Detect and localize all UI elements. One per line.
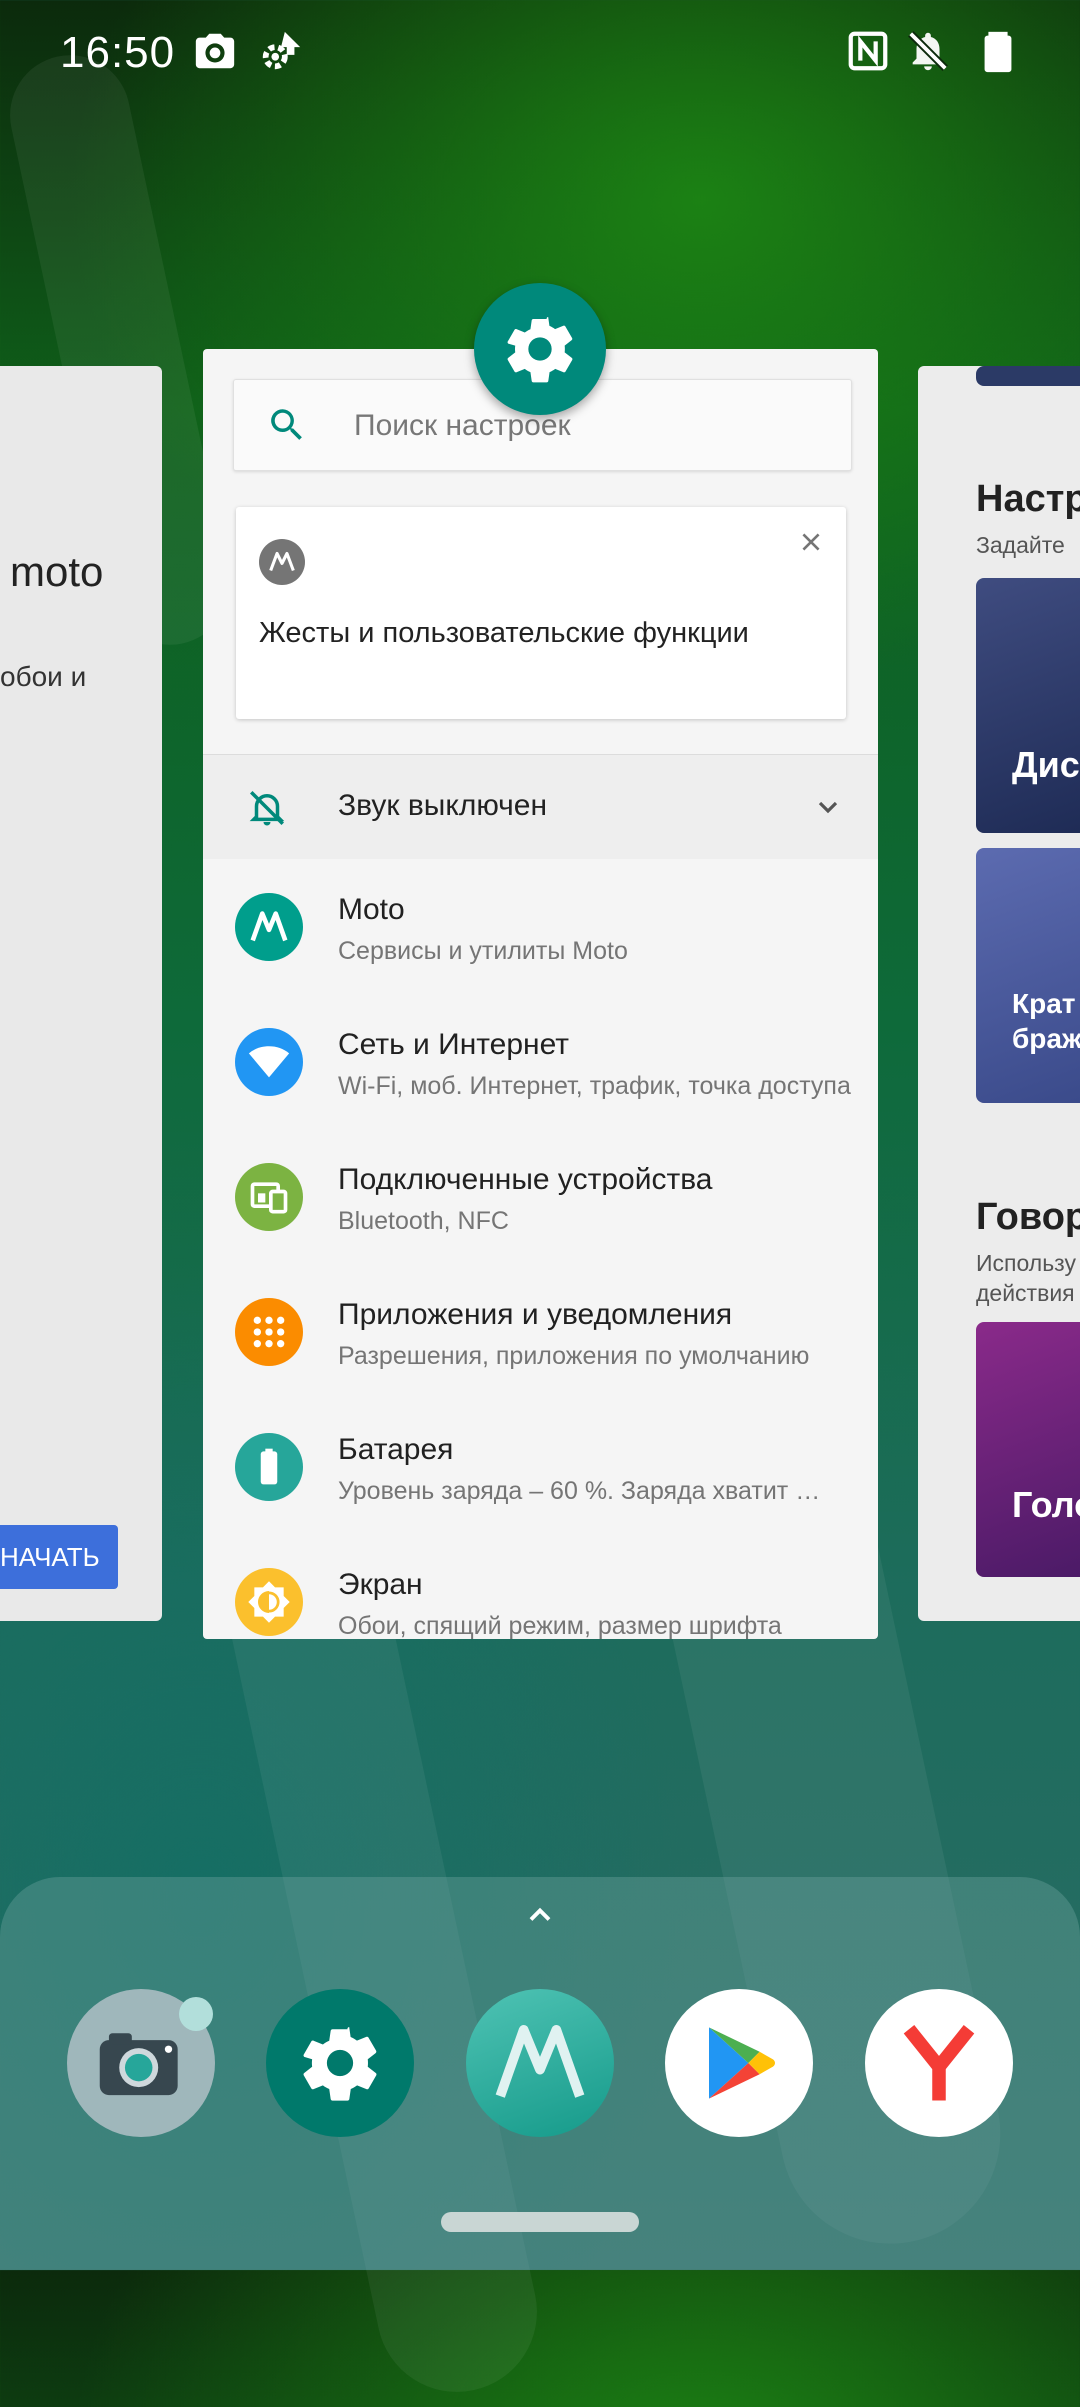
item-title: Экран <box>338 1568 423 1601</box>
search-input[interactable] <box>352 398 816 454</box>
battery-icon <box>975 28 1021 74</box>
battery-icon <box>235 1433 303 1501</box>
tile-label: браж <box>1012 1023 1080 1054</box>
item-subtitle: Wi-Fi, моб. Интернет, трафик, точка дост… <box>338 1072 851 1100</box>
home-gesture-bar[interactable] <box>441 2212 639 2232</box>
settings-item-moto[interactable]: Moto Сервисы и утилиты Moto <box>203 859 878 994</box>
play-store-icon[interactable] <box>665 1989 813 2137</box>
settings-item-network[interactable]: Сеть и Интернет Wi-Fi, моб. Интернет, тр… <box>203 994 878 1129</box>
feature-tile[interactable]: Крат браж <box>976 848 1080 1103</box>
tile-label: Крат <box>1012 988 1076 1019</box>
item-subtitle: Уровень заряда – 60 %. Заряда хватит … <box>338 1477 821 1505</box>
bell-off-icon <box>905 28 951 74</box>
devices-icon <box>235 1163 303 1231</box>
recent-app-card-left[interactable]: moto обои и НАЧАТЬ <box>0 366 162 1621</box>
section-title: Настр <box>976 478 1080 520</box>
suggestion-title: Жесты и пользовательские функции <box>259 617 749 649</box>
brightness-icon <box>235 1568 303 1636</box>
search-icon <box>266 404 308 446</box>
settings-sync-icon <box>258 28 304 74</box>
section-subtitle: Использу <box>976 1250 1076 1276</box>
settings-list: Moto Сервисы и утилиты Moto Сеть и Интер… <box>203 859 878 1639</box>
yandex-icon[interactable] <box>865 1989 1013 2137</box>
settings-item-battery[interactable]: Батарея Уровень заряда – 60 %. Заряда хв… <box>203 1399 878 1534</box>
close-icon[interactable] <box>792 523 830 561</box>
moto-logo-icon <box>235 893 303 961</box>
camera-app-icon[interactable] <box>67 1989 215 2137</box>
tile-label: Голо <box>1012 1484 1080 1525</box>
sound-status-label: Звук выключен <box>338 789 548 822</box>
item-subtitle: Bluetooth, NFC <box>338 1207 509 1235</box>
item-subtitle: Разрешения, приложения по умолчанию <box>338 1342 810 1370</box>
settings-item-devices[interactable]: Подключенные устройства Bluetooth, NFC <box>203 1129 878 1264</box>
feature-tile[interactable]: Голо <box>976 1322 1080 1577</box>
clock: 16:50 <box>60 28 176 77</box>
motorola-logo-icon <box>259 539 305 585</box>
settings-app-card[interactable]: Жесты и пользовательские функции Звук вы… <box>203 349 878 1639</box>
settings-item-display[interactable]: Экран Обои, спящий режим, размер шрифта <box>203 1534 878 1639</box>
section-subtitle: Задайте <box>976 532 1065 558</box>
card-text: обои и <box>0 661 87 692</box>
start-button[interactable]: НАЧАТЬ <box>0 1525 118 1589</box>
settings-item-apps[interactable]: Приложения и уведомления Разрешения, при… <box>203 1264 878 1399</box>
bell-off-icon <box>246 787 288 829</box>
item-title: Приложения и уведомления <box>338 1298 733 1331</box>
feature-tile[interactable]: Дис <box>976 578 1080 833</box>
item-subtitle: Обои, спящий режим, размер шрифта <box>338 1612 782 1639</box>
section-subtitle: действия <box>976 1280 1075 1306</box>
tile-label: Дис <box>1012 744 1080 785</box>
suggestion-card[interactable]: Жесты и пользовательские функции <box>236 507 846 719</box>
wifi-icon <box>235 1028 303 1096</box>
notification-dot <box>179 1997 213 2031</box>
settings-app-icon[interactable] <box>266 1989 414 2137</box>
chevron-up-icon[interactable] <box>522 1897 558 1933</box>
card-heading: moto <box>10 548 104 595</box>
status-bar: 16:50 <box>0 0 1080 110</box>
item-title: Подключенные устройства <box>338 1163 713 1196</box>
item-subtitle: Сервисы и утилиты Moto <box>338 937 628 965</box>
chevron-down-icon[interactable] <box>812 791 844 823</box>
tile-top-partial <box>976 366 1080 386</box>
recent-app-card-right[interactable]: Настр Задайте Дис Крат браж Говор Исполь… <box>918 366 1080 1621</box>
camera-icon <box>192 28 238 74</box>
item-title: Сеть и Интернет <box>338 1028 570 1061</box>
section-title: Говор <box>976 1196 1080 1238</box>
sound-status-row[interactable]: Звук выключен <box>203 755 878 859</box>
apps-grid-icon <box>235 1298 303 1366</box>
item-title: Батарея <box>338 1433 454 1466</box>
nfc-icon <box>845 28 891 74</box>
moto-app-icon[interactable] <box>466 1989 614 2137</box>
settings-app-badge-icon[interactable] <box>474 283 606 415</box>
item-title: Moto <box>338 893 405 926</box>
